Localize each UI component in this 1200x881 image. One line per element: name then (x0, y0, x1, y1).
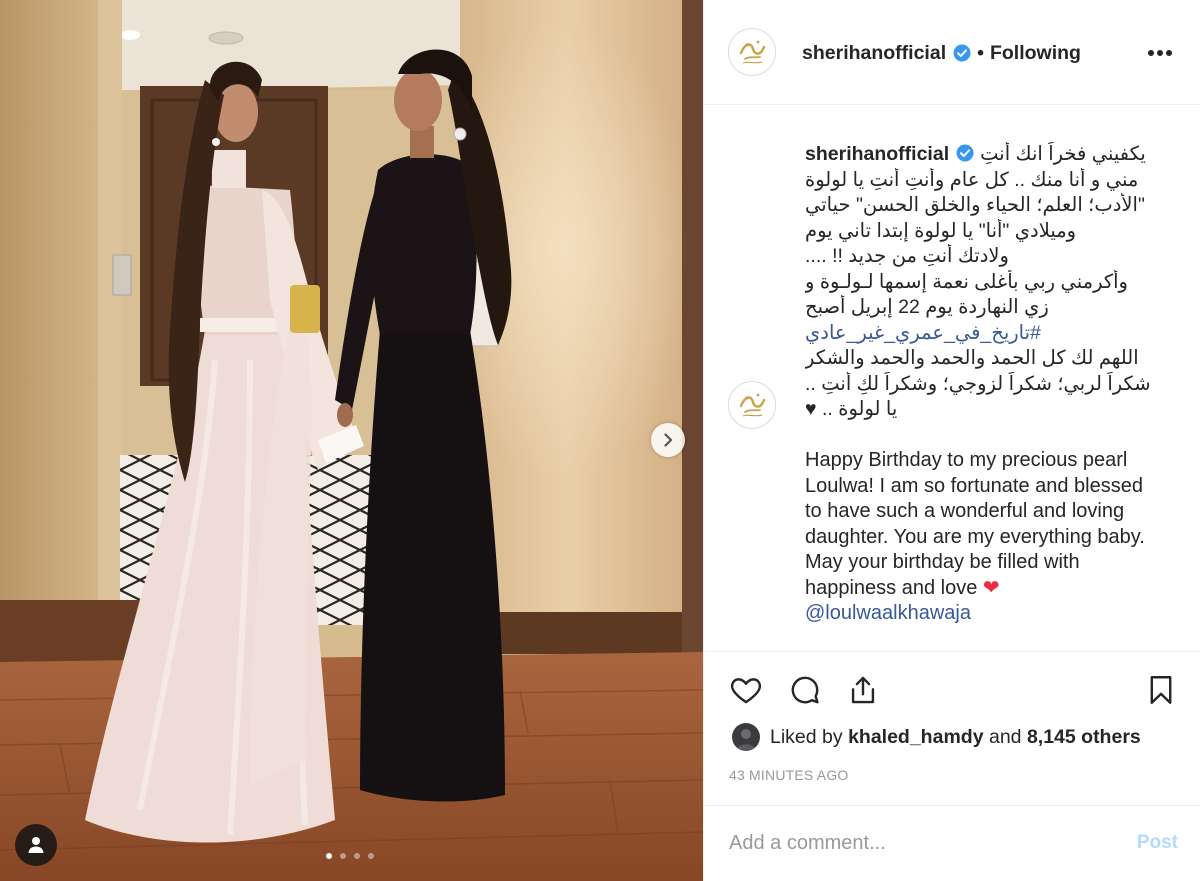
more-options-button[interactable] (1144, 40, 1176, 66)
caption-line: وأكرمني ربي بأغلى نعمة إسمها لـولـوة و (805, 270, 1128, 293)
post-header: sherihanofficial • Following (704, 0, 1200, 105)
post-comment-button[interactable]: Post (1128, 825, 1178, 861)
user-tags-button[interactable] (15, 824, 57, 866)
hashtag-link[interactable]: #تاريخ_في_عمري_غير_عادي (805, 322, 1041, 344)
verified-icon (956, 144, 974, 162)
likes-count-link[interactable]: 8,145 others (1027, 726, 1141, 748)
caption-avatar[interactable] (728, 381, 776, 429)
bookmark-icon (1150, 676, 1172, 704)
header-username[interactable]: sherihanofficial (802, 42, 946, 65)
header-separator: • (977, 41, 984, 64)
post-photo[interactable] (0, 0, 703, 881)
heart-outline-icon (730, 678, 762, 704)
photo-scene (0, 0, 703, 881)
user-tag-icon (28, 837, 44, 853)
caption-line: "الأدب؛ العلم؛ الحياء والخلق الحسن" حيات… (805, 194, 1145, 216)
caption-line: وميلادي "أنا" يا لولوة إبتدا تاني يوم (805, 219, 1077, 242)
share-icon (851, 676, 875, 704)
carousel-dot (368, 853, 374, 859)
post-timestamp[interactable]: 43 MINUTES AGO (729, 767, 849, 783)
caption: sherihanofficial يكفيني فخراً انك أنتِ من… (704, 106, 1200, 651)
liker-username[interactable]: khaled_hamdy (848, 726, 983, 748)
caption-line: ولادتك أنتِ من جديد !! .... (805, 245, 1009, 267)
caption-line: sherihanofficial يكفيني فخراً انك أنتِ (805, 142, 1175, 168)
share-button[interactable] (845, 672, 881, 708)
likes-row: Liked by khaled_hamdy and 8,145 others (732, 723, 1141, 751)
caption-text: sherihanofficial يكفيني فخراً انك أنتِ من… (805, 142, 1175, 627)
caption-line: @loulwaalkhawaja (805, 601, 1175, 627)
caption-username[interactable]: sherihanofficial (805, 143, 949, 165)
save-button[interactable] (1143, 672, 1179, 708)
carousel-dot (354, 853, 360, 859)
caption-line: daughter. You are my everything baby. (805, 525, 1145, 548)
following-button[interactable]: Following (990, 42, 1081, 65)
likes-prefix: Liked by (770, 726, 843, 748)
carousel-dot (326, 853, 332, 859)
caption-line: Happy Birthday to my precious pearl (805, 449, 1128, 471)
caption-line: يا لولوة .. ♥ (805, 397, 1175, 423)
caption-line: زي النهاردة يوم 22 إبريل أصبح (805, 296, 1049, 318)
comment-icon (791, 676, 819, 704)
chevron-right-icon (664, 433, 673, 447)
caption-line: happiness and love ❤ (805, 576, 1175, 602)
caption-line: Loulwa! I am so fortunate and blessed (805, 474, 1143, 497)
comment-input[interactable] (729, 825, 1119, 861)
post-side-panel: sherihanofficial • Following sherihanoff… (703, 0, 1200, 881)
divider (704, 651, 1200, 652)
carousel-dot (340, 853, 346, 859)
caption-line: اللهم لك كل الحمد والحمد والحمد والشكر (805, 347, 1139, 369)
more-horizontal-icon (1148, 50, 1172, 56)
black-heart-icon: ♥ (805, 398, 817, 420)
like-button[interactable] (728, 672, 764, 708)
likes-middle: and (988, 726, 1022, 748)
red-heart-icon: ❤ (982, 576, 1000, 599)
likes-text: Liked by khaled_hamdy and 8,145 others (770, 723, 1141, 751)
carousel-dots (326, 853, 374, 859)
next-slide-button[interactable] (651, 423, 685, 457)
caption-first-line: يكفيني فخراً انك أنتِ (980, 143, 1146, 165)
caption-english-last: happiness and love (805, 576, 978, 599)
caption-line: شكراً لربي؛ شكراً لزوجي؛ وشكراً لكِ أنتِ… (805, 372, 1151, 395)
liker-avatar[interactable] (732, 723, 760, 751)
avatar[interactable] (728, 28, 776, 76)
brand-logo (739, 393, 766, 417)
caption-line: #تاريخ_في_عمري_غير_عادي (805, 321, 1175, 347)
caption-line: to have such a wonderful and loving (805, 500, 1125, 522)
caption-last-arabic: يا لولوة .. (822, 398, 898, 420)
divider (704, 805, 1200, 806)
caption-line: May your birthday be filled with (805, 551, 1080, 573)
mention-link[interactable]: @loulwaalkhawaja (805, 602, 971, 624)
header-user: sherihanofficial • Following (802, 41, 1081, 65)
verified-icon (953, 44, 971, 62)
comment-button[interactable] (787, 672, 823, 708)
caption-line: مني و أنا منك .. كل عام وأنتِ أنتِ يا لو… (805, 168, 1139, 191)
brand-logo (739, 40, 766, 64)
